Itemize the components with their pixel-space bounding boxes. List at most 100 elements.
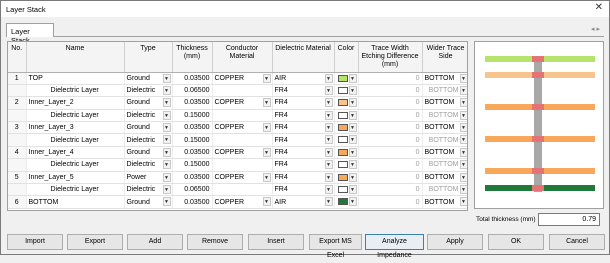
cell-name[interactable]: Dielectric Layer	[26, 84, 125, 98]
table-row[interactable]: 1 TOP Ground ▼ 0.03500 COPPER ▼ AIR ▼ ▼ 0 BOTTOM ▼	[8, 72, 467, 85]
cell-name[interactable]: Inner_Layer_4	[26, 146, 125, 160]
chevron-down-icon[interactable]: ▼	[162, 73, 171, 83]
cell-wider-side[interactable]: BOTTOM ▼	[422, 121, 467, 135]
cell-dielectric[interactable]: FR4 ▼	[272, 84, 335, 98]
tab-scroll-arrows-icon[interactable]: ◂ ▸	[591, 25, 600, 33]
chevron-down-icon[interactable]: ▼	[262, 98, 271, 108]
chevron-down-icon[interactable]: ▼	[348, 135, 357, 145]
button-analyze-impedance[interactable]: Analyze Impedance	[365, 234, 424, 259]
cell-thickness[interactable]: 0.03500	[172, 146, 213, 160]
cell-name[interactable]: Inner_Layer_3	[26, 121, 125, 135]
chevron-down-icon[interactable]: ▼	[262, 197, 271, 207]
color-swatch[interactable]	[337, 198, 348, 206]
chevron-down-icon[interactable]: ▼	[162, 172, 171, 182]
chevron-down-icon[interactable]: ▼	[324, 185, 333, 195]
cell-type[interactable]: Dielectric ▼	[124, 84, 173, 98]
cell-etch[interactable]: 0	[358, 121, 423, 135]
cell-thickness[interactable]: 0.03500	[172, 121, 213, 135]
cell-color[interactable]: ▼	[334, 96, 359, 110]
table-row[interactable]: Dielectric Layer Dielectric ▼ 0.15000 FR4 ▼ ▼ 0…	[8, 109, 467, 123]
chevron-down-icon[interactable]: ▼	[162, 123, 171, 133]
cell-etch[interactable]: 0	[358, 195, 423, 209]
tab-layer-stack[interactable]: Layer Stack	[6, 23, 54, 45]
chevron-down-icon[interactable]: ▼	[459, 197, 467, 207]
cell-wider-side[interactable]: BOTTOM ▼	[422, 84, 467, 98]
color-swatch[interactable]	[337, 186, 348, 194]
cell-dielectric[interactable]: FR4 ▼	[272, 121, 335, 135]
color-swatch[interactable]	[337, 86, 348, 94]
color-swatch[interactable]	[337, 124, 348, 132]
chevron-down-icon[interactable]: ▼	[348, 110, 357, 120]
chevron-down-icon[interactable]: ▼	[162, 110, 171, 120]
table-row[interactable]: Dielectric Layer Dielectric ▼ 0.15000 FR4 ▼ ▼ 0…	[8, 158, 467, 172]
cell-color[interactable]: ▼	[334, 84, 359, 98]
cell-dielectric[interactable]: FR4 ▼	[272, 109, 335, 123]
chevron-down-icon[interactable]: ▼	[162, 160, 171, 170]
chevron-down-icon[interactable]: ▼	[324, 123, 333, 133]
cell-wider-side[interactable]: BOTTOM ▼	[422, 133, 467, 147]
chevron-down-icon[interactable]: ▼	[348, 85, 357, 95]
cell-type[interactable]: Ground ▼	[124, 72, 173, 85]
cell-color[interactable]: ▼	[334, 121, 359, 135]
chevron-down-icon[interactable]: ▼	[348, 73, 357, 83]
cell-dielectric[interactable]: FR4 ▼	[272, 171, 335, 185]
chevron-down-icon[interactable]: ▼	[459, 85, 467, 95]
cell-name[interactable]: TOP	[26, 72, 125, 85]
chevron-down-icon[interactable]: ▼	[162, 85, 171, 95]
cell-thickness[interactable]: 0.03500	[172, 171, 213, 185]
chevron-down-icon[interactable]: ▼	[324, 73, 333, 83]
cell-name[interactable]: Dielectric Layer	[26, 133, 125, 147]
table-row[interactable]: 6 BOTTOM Ground ▼ 0.03500 COPPER ▼ AIR ▼ ▼ 0 BOTTOM…	[8, 195, 467, 209]
cell-type[interactable]: Ground ▼	[124, 121, 173, 135]
cell-type[interactable]: Ground ▼	[124, 96, 173, 110]
cell-dielectric[interactable]: FR4 ▼	[272, 158, 335, 172]
cell-color[interactable]: ▼	[334, 109, 359, 123]
color-swatch[interactable]	[337, 173, 348, 181]
cell-type[interactable]: Dielectric ▼	[124, 133, 173, 147]
chevron-down-icon[interactable]: ▼	[324, 135, 333, 145]
button-insert[interactable]: Insert	[248, 234, 304, 250]
cell-dielectric[interactable]: AIR ▼	[272, 195, 335, 209]
cell-etch[interactable]: 0	[358, 84, 423, 98]
chevron-down-icon[interactable]: ▼	[162, 185, 171, 195]
table-row[interactable]: 5 Inner_Layer_5 Power ▼ 0.03500 COPPER ▼ FR4 ▼ ▼ 0…	[8, 171, 467, 185]
cell-dielectric[interactable]: FR4 ▼	[272, 96, 335, 110]
chevron-down-icon[interactable]: ▼	[324, 160, 333, 170]
cell-color[interactable]: ▼	[334, 183, 359, 197]
cell-type[interactable]: Power ▼	[124, 171, 173, 185]
button-remove[interactable]: Remove	[187, 234, 243, 250]
button-export-ms-excel[interactable]: Export MS Excel	[309, 234, 362, 259]
chevron-down-icon[interactable]: ▼	[348, 172, 357, 182]
color-swatch[interactable]	[337, 111, 348, 119]
cell-dielectric[interactable]: FR4 ▼	[272, 133, 335, 147]
cell-color[interactable]: ▼	[334, 146, 359, 160]
cell-conductor[interactable]: COPPER ▼	[212, 72, 273, 85]
chevron-down-icon[interactable]: ▼	[348, 147, 357, 157]
chevron-down-icon[interactable]: ▼	[459, 123, 467, 133]
cell-etch[interactable]: 0	[358, 96, 423, 110]
cell-thickness[interactable]: 0.03500	[172, 96, 213, 110]
button-add[interactable]: Add	[127, 234, 183, 250]
chevron-down-icon[interactable]: ▼	[324, 197, 333, 207]
close-icon[interactable]: ✕	[595, 2, 603, 13]
cell-color[interactable]: ▼	[334, 195, 359, 209]
table-row[interactable]: 4 Inner_Layer_4 Ground ▼ 0.03500 COPPER ▼ FR4 ▼ ▼…	[8, 146, 467, 160]
cell-etch[interactable]: 0	[358, 158, 423, 172]
cell-conductor[interactable]: COPPER ▼	[212, 121, 273, 135]
cell-wider-side[interactable]: BOTTOM ▼	[422, 72, 467, 85]
cell-wider-side[interactable]: BOTTOM ▼	[422, 96, 467, 110]
cell-type[interactable]: Dielectric ▼	[124, 158, 173, 172]
chevron-down-icon[interactable]: ▼	[348, 98, 357, 108]
cell-etch[interactable]: 0	[358, 72, 423, 85]
cell-wider-side[interactable]: BOTTOM ▼	[422, 195, 467, 209]
chevron-down-icon[interactable]: ▼	[162, 147, 171, 157]
color-swatch[interactable]	[337, 136, 348, 144]
cell-thickness[interactable]: 0.06500	[172, 183, 213, 197]
cell-thickness[interactable]: 0.15000	[172, 158, 213, 172]
chevron-down-icon[interactable]: ▼	[162, 197, 171, 207]
cell-etch[interactable]: 0	[358, 183, 423, 197]
table-row[interactable]: Dielectric Layer Dielectric ▼ 0.15000 FR4 ▼ ▼ 0…	[8, 133, 467, 147]
chevron-down-icon[interactable]: ▼	[162, 98, 171, 108]
chevron-down-icon[interactable]: ▼	[324, 98, 333, 108]
chevron-down-icon[interactable]: ▼	[262, 147, 271, 157]
